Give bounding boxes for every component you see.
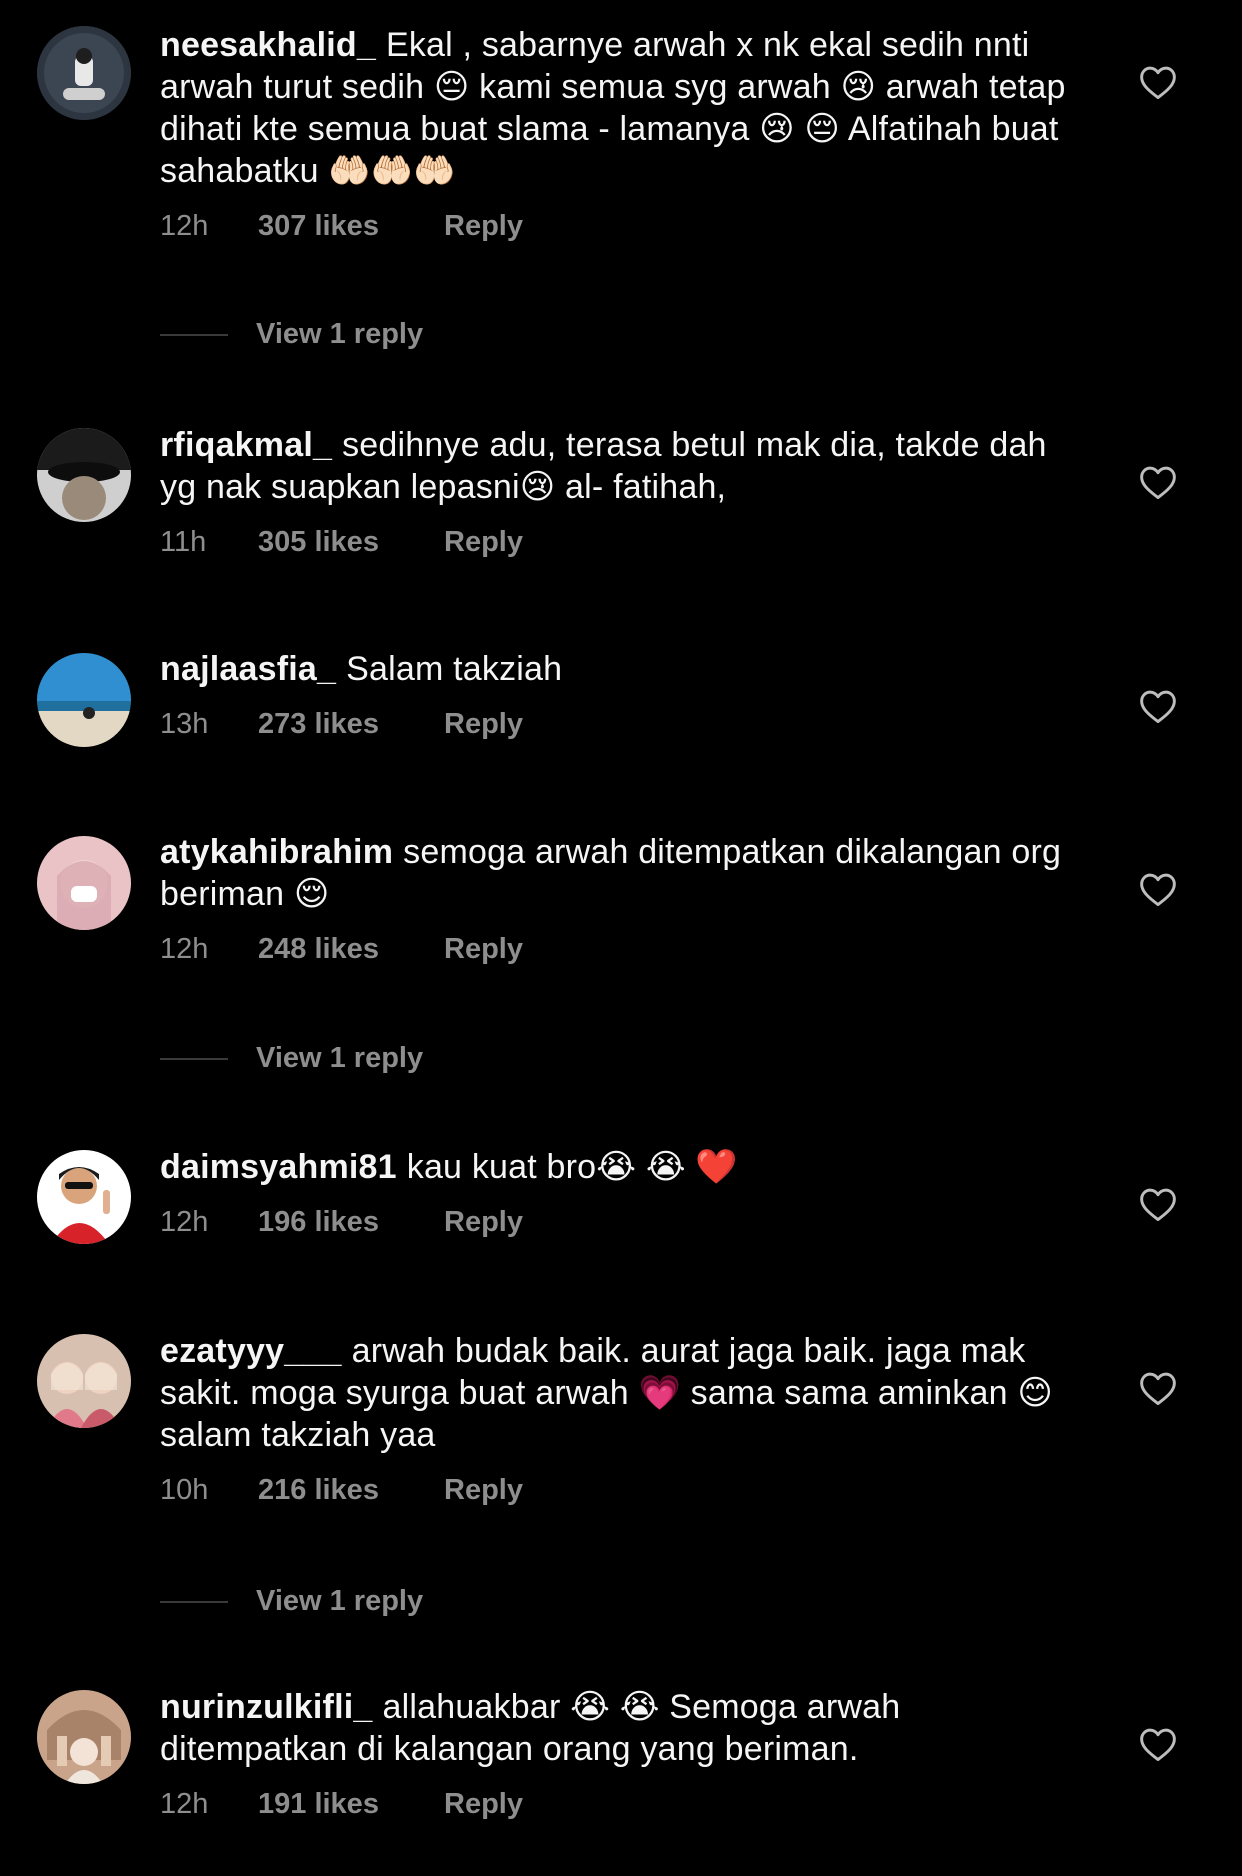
comment-text: nurinzulkifli_ allahuakbar 😭 😭 Semoga arw… [160,1686,1080,1770]
avatar[interactable] [37,428,131,522]
reply-button[interactable]: Reply [444,1206,523,1239]
comment-body: najlaasfia_ Salam takziah 13h 273 likes R… [160,648,1080,741]
comment-text: neesakhalid_ Ekal , sabarnye arwah x nk e… [160,24,1080,192]
comment-body: atykahibrahim semoga arwah ditempatkan di… [160,831,1080,966]
reply-button[interactable]: Reply [444,526,523,559]
comment-meta: 12h 196 likes Reply [160,1206,1080,1239]
avatar[interactable] [37,836,131,930]
comment-username[interactable]: neesakhalid_ [160,26,376,64]
view-replies-button[interactable]: View 1 reply [160,1042,423,1075]
like-heart-icon[interactable] [1138,1186,1178,1222]
divider-line [160,1600,228,1603]
comment-username[interactable]: najlaasfia_ [160,650,336,688]
like-heart-icon[interactable] [1138,1726,1178,1762]
comment-username[interactable]: daimsyahmi81 [160,1148,397,1186]
comment-likes[interactable]: 273 likes [258,708,444,741]
reply-button[interactable]: Reply [444,708,523,741]
comment-likes[interactable]: 196 likes [258,1206,444,1239]
avatar[interactable] [37,1334,131,1428]
comment-body: rfiqakmal_ sedihnye adu, terasa betul mak… [160,424,1080,559]
reply-button[interactable]: Reply [444,1474,523,1507]
comment-time: 12h [160,1206,209,1238]
comment-text: rfiqakmal_ sedihnye adu, terasa betul mak… [160,424,1080,508]
comment-time: 12h [160,1788,209,1820]
comment-text: daimsyahmi81 kau kuat bro😭 😭 ❤️ [160,1146,1080,1188]
comment-time: 12h [160,210,209,242]
comment-body: nurinzulkifli_ allahuakbar 😭 😭 Semoga arw… [160,1686,1080,1821]
comment-likes[interactable]: 307 likes [258,210,444,243]
like-heart-icon[interactable] [1138,871,1178,907]
comment-content: kau kuat bro😭 😭 ❤️ [406,1148,738,1186]
comment-username[interactable]: atykahibrahim [160,833,393,871]
divider-line [160,333,228,336]
comment-likes[interactable]: 191 likes [258,1788,444,1821]
comment-body: neesakhalid_ Ekal , sabarnye arwah x nk e… [160,24,1080,243]
comment-likes[interactable]: 216 likes [258,1474,444,1507]
like-heart-icon[interactable] [1138,464,1178,500]
view-replies-label: View 1 reply [256,1585,424,1617]
comment-username[interactable]: ezatyyy___ [160,1332,342,1370]
comment-username[interactable]: rfiqakmal_ [160,426,332,464]
comment-meta: 11h 305 likes Reply [160,526,1080,559]
reply-button[interactable]: Reply [444,1788,523,1821]
comment-body: ezatyyy___ arwah budak baik. aurat jaga b… [160,1330,1080,1507]
divider-line [160,1057,228,1060]
avatar[interactable] [37,26,131,120]
comment-text: najlaasfia_ Salam takziah [160,648,1080,690]
reply-button[interactable]: Reply [444,933,523,966]
comment-time: 13h [160,708,209,740]
comment-meta: 12h 307 likes Reply [160,210,1080,243]
comment-meta: 10h 216 likes Reply [160,1474,1080,1507]
comment-time: 12h [160,933,209,965]
comment-likes[interactable]: 248 likes [258,933,444,966]
comment-meta: 12h 191 likes Reply [160,1788,1080,1821]
comment-time: 10h [160,1474,209,1506]
comment-text: atykahibrahim semoga arwah ditempatkan di… [160,831,1080,915]
avatar[interactable] [37,653,131,747]
avatar[interactable] [37,1690,131,1784]
like-heart-icon[interactable] [1138,64,1178,100]
like-heart-icon[interactable] [1138,688,1178,724]
comment-body: daimsyahmi81 kau kuat bro😭 😭 ❤️ 12h 196 l… [160,1146,1080,1239]
view-replies-label: View 1 reply [256,318,424,350]
view-replies-button[interactable]: View 1 reply [160,1585,423,1618]
comment-content: Salam takziah [346,650,563,688]
comment-meta: 12h 248 likes Reply [160,933,1080,966]
avatar[interactable] [37,1150,131,1244]
comment-meta: 13h 273 likes Reply [160,708,1080,741]
comment-time: 11h [160,526,207,558]
reply-button[interactable]: Reply [444,210,523,243]
comment-text: ezatyyy___ arwah budak baik. aurat jaga b… [160,1330,1080,1456]
comment-username[interactable]: nurinzulkifli_ [160,1688,372,1726]
comment-likes[interactable]: 305 likes [258,526,444,559]
like-heart-icon[interactable] [1138,1370,1178,1406]
view-replies-button[interactable]: View 1 reply [160,318,423,351]
view-replies-label: View 1 reply [256,1042,424,1074]
